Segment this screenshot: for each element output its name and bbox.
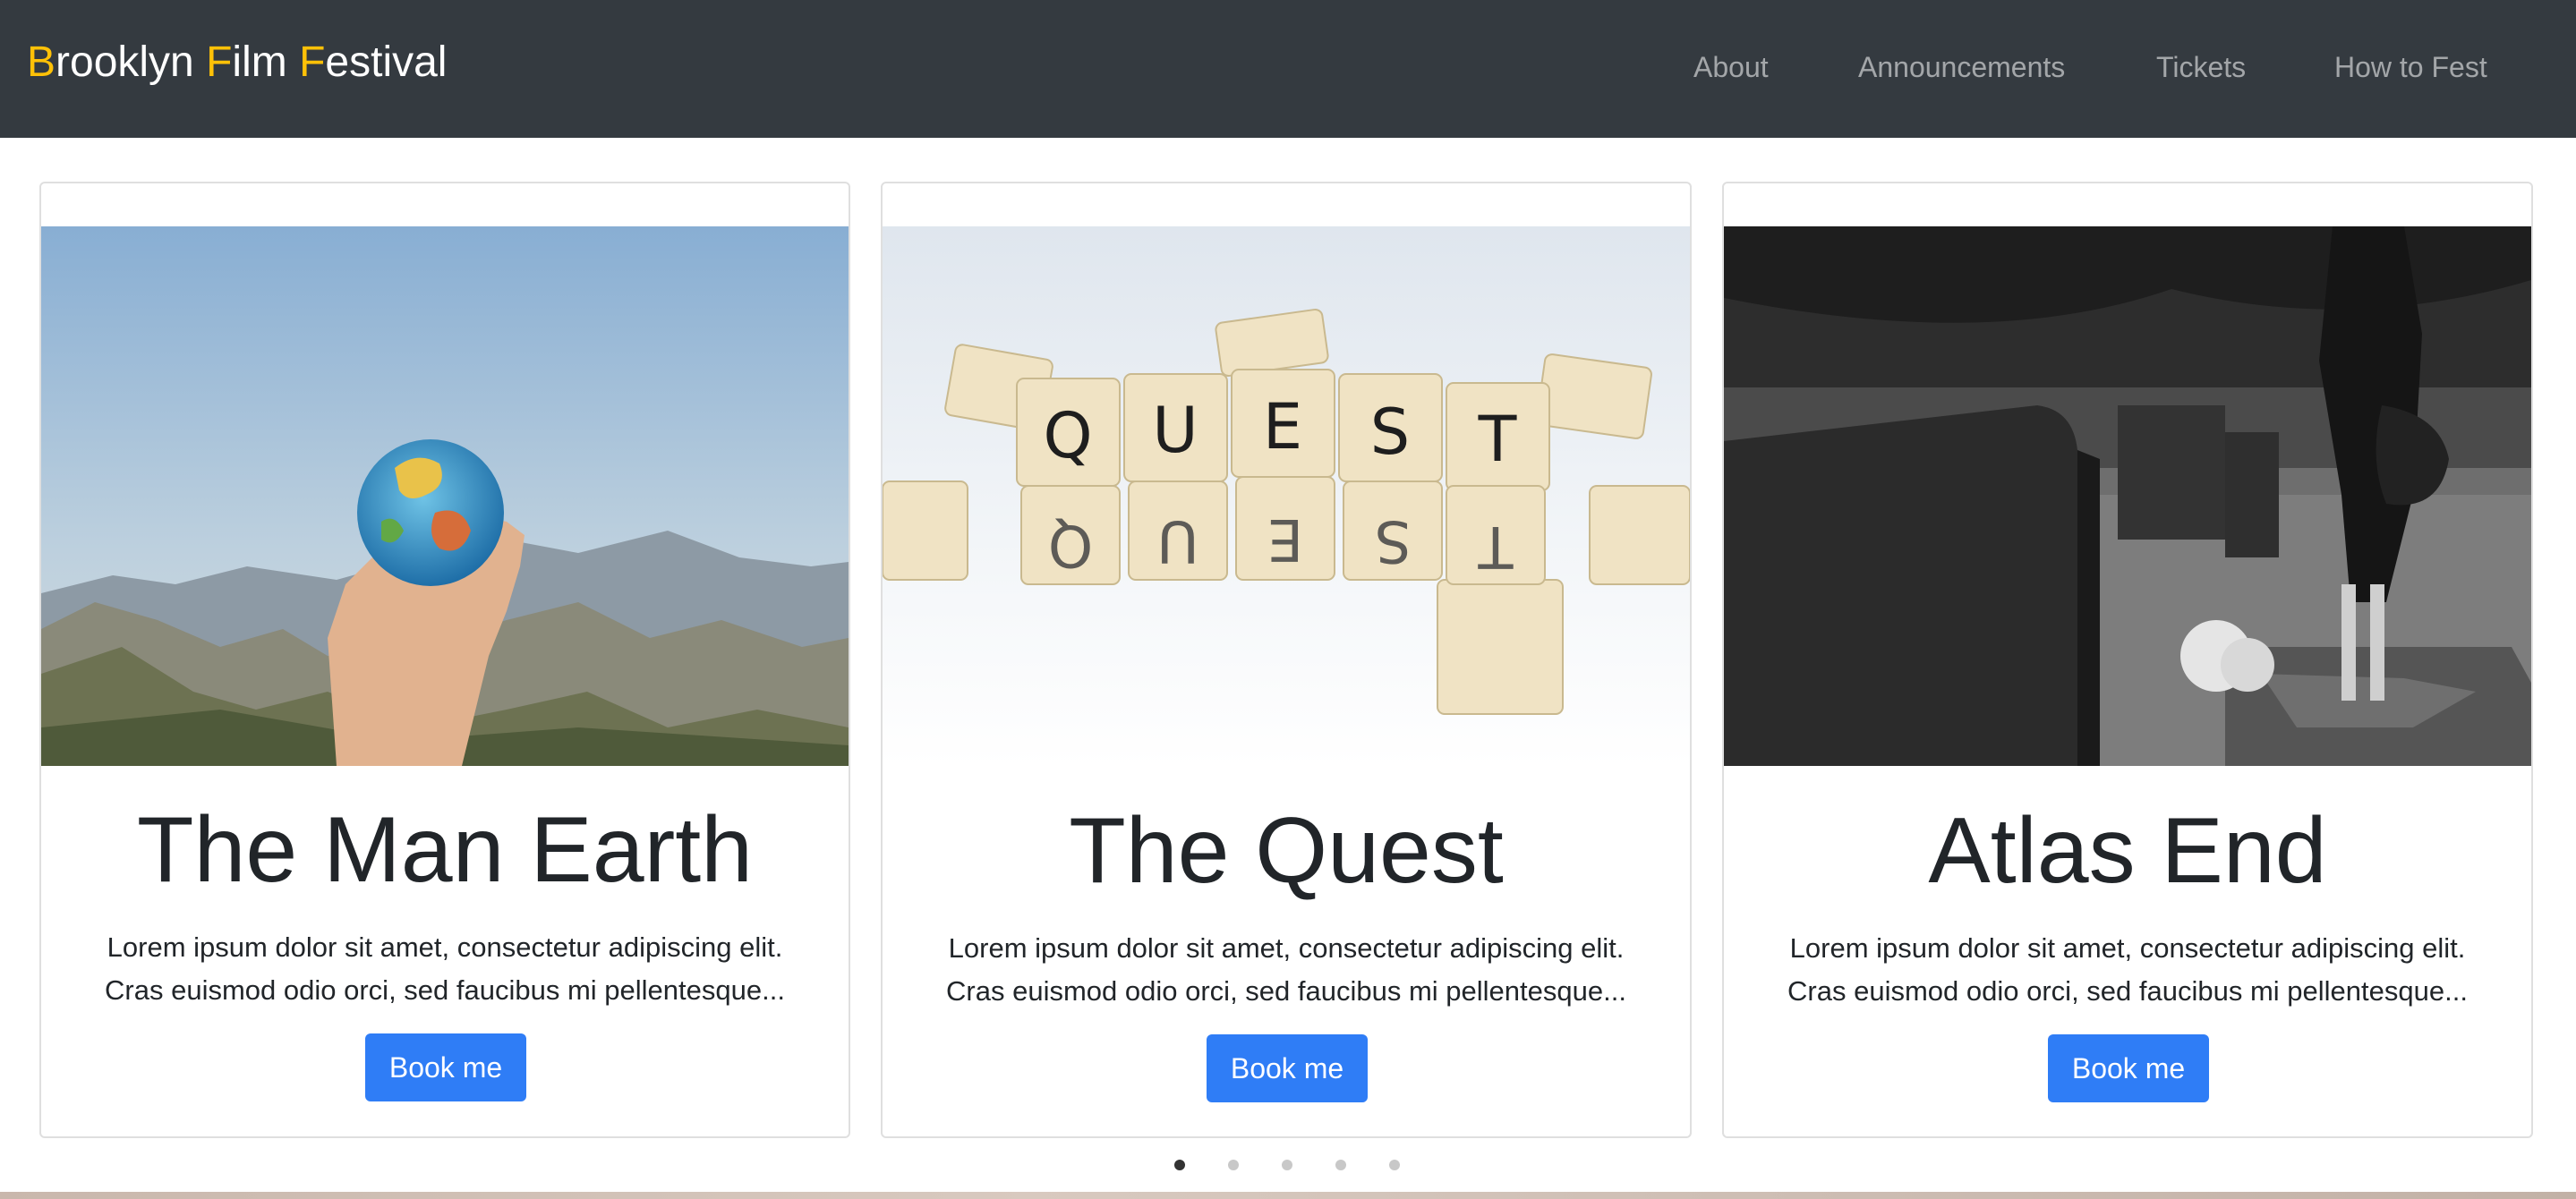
hand-holding-globe-image (41, 226, 849, 766)
book-me-button[interactable]: Book me (2048, 1034, 2209, 1102)
next-section-edge (0, 1192, 2576, 1199)
svg-text:Q: Q (1048, 512, 1093, 578)
brand-text-estival: estival (325, 38, 448, 86)
card-description-line-2: Cras euismod odio orci, sed faucibus mi … (1787, 975, 2468, 1007)
film-card: The Man Earth Lorem ipsum dolor sit amet… (39, 182, 850, 1138)
card-description: Lorem ipsum dolor sit amet, consectetur … (1760, 927, 2495, 1013)
carousel-indicators (0, 1160, 2576, 1174)
svg-text:S: S (1375, 507, 1412, 574)
nav-link-how-to-fest[interactable]: How to Fest (2334, 45, 2487, 89)
card-description-line-1: Lorem ipsum dolor sit amet, consectetur … (107, 931, 783, 963)
film-card: Atlas End Lorem ipsum dolor sit amet, co… (1722, 182, 2533, 1138)
svg-text:U: U (1157, 507, 1199, 574)
navbar: Brooklyn Film Festival About Announcemen… (0, 0, 2576, 138)
nav-link-about[interactable]: About (1693, 45, 1769, 89)
film-card: Q U E S T Q U E S T The Quest Lorem ipsu… (881, 182, 1692, 1138)
book-me-button[interactable]: Book me (1207, 1034, 1368, 1102)
svg-text:E: E (1263, 390, 1302, 463)
svg-text:U: U (1152, 394, 1198, 467)
carousel-indicator-dot[interactable] (1228, 1160, 1239, 1170)
brand-letter-b: B (27, 38, 56, 86)
nav-link-tickets[interactable]: Tickets (2156, 45, 2246, 89)
svg-text:S: S (1370, 395, 1410, 469)
brand-letter-f: F (206, 38, 233, 86)
card-title: Atlas End (1928, 799, 2327, 903)
card-title: The Man Earth (137, 798, 753, 902)
book-me-button[interactable]: Book me (365, 1033, 526, 1101)
card-description-line-1: Lorem ipsum dolor sit amet, consectetur … (948, 932, 1625, 964)
card-title: The Quest (1069, 799, 1504, 903)
svg-text:E: E (1267, 506, 1303, 572)
card-description: Lorem ipsum dolor sit amet, consectetur … (77, 926, 813, 1012)
card-description-line-2: Cras euismod odio orci, sed faucibus mi … (946, 975, 1626, 1007)
card-description: Lorem ipsum dolor sit amet, consectetur … (918, 927, 1654, 1013)
carousel-indicator-dot[interactable] (1282, 1160, 1292, 1170)
nav-link-announcements[interactable]: Announcements (1858, 45, 2065, 89)
brand-text-rooklyn: rooklyn (55, 38, 207, 86)
cemetery-mourner-image (1724, 226, 2531, 766)
carousel-indicator-dot[interactable] (1174, 1160, 1185, 1170)
letter-tiles-quest-image: Q U E S T Q U E S T (883, 226, 1690, 766)
brand-logo[interactable]: Brooklyn Film Festival (27, 34, 447, 91)
svg-text:T: T (1478, 513, 1514, 579)
svg-text:Q: Q (1043, 399, 1092, 472)
card-description-line-1: Lorem ipsum dolor sit amet, consectetur … (1789, 932, 2466, 964)
brand-text-ilm: ilm (232, 38, 300, 86)
svg-text:T: T (1478, 403, 1517, 476)
brand-letter-f2: F (299, 38, 326, 86)
carousel-indicator-dot[interactable] (1389, 1160, 1400, 1170)
card-description-line-2: Cras euismod odio orci, sed faucibus mi … (105, 974, 785, 1006)
carousel-indicator-dot[interactable] (1335, 1160, 1346, 1170)
